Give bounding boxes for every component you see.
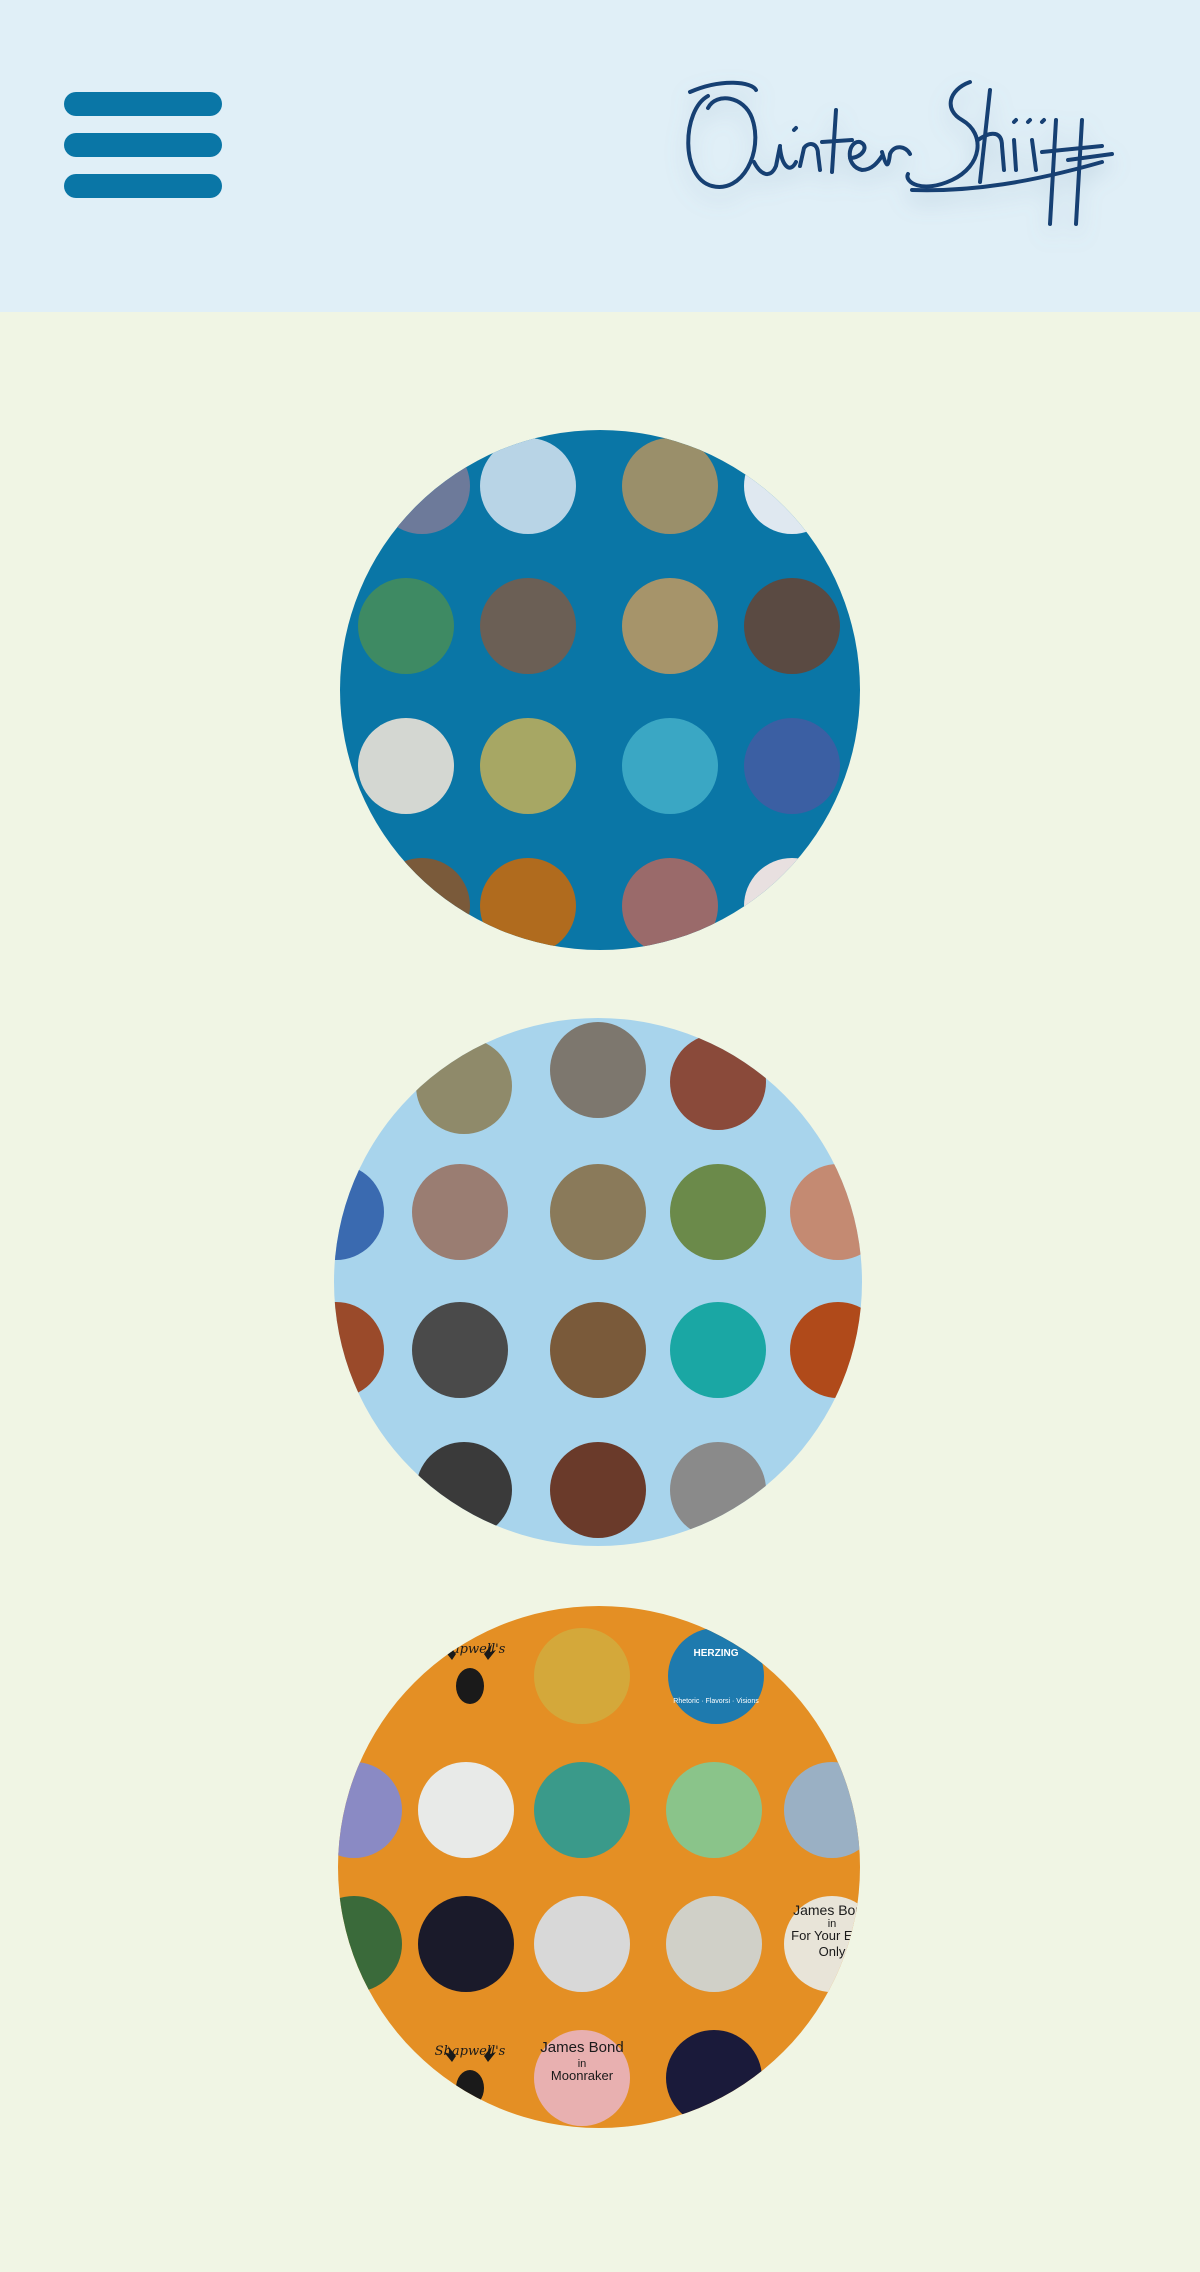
- gallery-thumbnail[interactable]: [418, 1762, 514, 1858]
- gallery-thumbnail[interactable]: [744, 578, 840, 674]
- gallery-thumbnail[interactable]: [416, 1442, 512, 1538]
- gallery-thumbnail[interactable]: [338, 1762, 402, 1858]
- stag-icon: [444, 1644, 496, 1704]
- gallery-thumbnail[interactable]: [418, 1896, 514, 1992]
- gallery-thumbnail[interactable]: [334, 1302, 384, 1398]
- gallery-thumbnail[interactable]: [416, 1038, 512, 1134]
- gallery-thumbnail[interactable]: [480, 858, 576, 950]
- gallery-thumbnail[interactable]: [550, 1164, 646, 1260]
- thumbnail-subtitle: Moonraker: [550, 2068, 614, 2083]
- gallery-thumbnail[interactable]: James Bond in Moonraker: [534, 2030, 630, 2126]
- gallery-thumbnail[interactable]: [622, 858, 718, 950]
- thumbnail-title: James Bond: [540, 2039, 624, 2056]
- gallery-thumbnail[interactable]: [788, 1628, 860, 1724]
- thumbnail-subtitle: For Your Eyes Only: [791, 1928, 860, 1959]
- art-gallery-disc[interactable]: [340, 430, 860, 950]
- gallery-thumbnail[interactable]: [670, 1442, 766, 1538]
- gallery-thumbnail[interactable]: [534, 1762, 630, 1858]
- site-header: [0, 0, 1200, 312]
- gallery-thumbnail[interactable]: [790, 1164, 862, 1260]
- gallery-thumbnail[interactable]: [534, 1628, 630, 1724]
- gallery-thumbnail[interactable]: [534, 1896, 630, 1992]
- gallery-thumbnail[interactable]: [550, 1442, 646, 1538]
- gallery-thumbnail[interactable]: [338, 1896, 402, 1992]
- gallery-thumbnail[interactable]: [358, 718, 454, 814]
- gallery-thumbnail[interactable]: [670, 1164, 766, 1260]
- gallery-thumbnail[interactable]: [550, 1302, 646, 1398]
- gallery-thumbnail[interactable]: [374, 858, 470, 950]
- gallery-thumbnail[interactable]: [480, 578, 576, 674]
- menu-button[interactable]: [64, 92, 222, 198]
- gallery-thumbnail[interactable]: Shapwell's: [422, 2030, 518, 2126]
- gallery-thumbnail[interactable]: Shapwell's: [422, 1628, 518, 1724]
- signature-logo-mark: [686, 80, 1114, 226]
- gallery-thumbnail[interactable]: [334, 1164, 384, 1260]
- gallery-thumbnail[interactable]: [666, 2030, 762, 2126]
- gallery-thumbnail[interactable]: [622, 578, 718, 674]
- gallery-thumbnail[interactable]: [744, 718, 840, 814]
- gallery-thumbnail[interactable]: [480, 718, 576, 814]
- gallery-thumbnail[interactable]: [550, 1022, 646, 1118]
- stag-icon: [444, 2046, 496, 2106]
- gallery-thumbnail[interactable]: [666, 1896, 762, 1992]
- gallery-thumbnail[interactable]: [480, 438, 576, 534]
- design-gallery-disc[interactable]: Shapwell's HERZING Rhetoric · Flavorsi ·…: [338, 1606, 860, 2128]
- signature-logo[interactable]: [672, 70, 1124, 240]
- thumbnail-logo-text: HERZING: [693, 1648, 739, 1659]
- gallery-thumbnail[interactable]: [744, 858, 840, 950]
- gallery-thumbnail[interactable]: [412, 1302, 508, 1398]
- gallery-thumbnail[interactable]: [622, 718, 718, 814]
- photo-gallery-disc[interactable]: [334, 1018, 862, 1546]
- gallery-thumbnail[interactable]: [358, 578, 454, 674]
- gallery-thumbnail[interactable]: [412, 1164, 508, 1260]
- gallery-thumbnail[interactable]: [784, 1762, 860, 1858]
- gallery-thumbnail[interactable]: HERZING Rhetoric · Flavorsi · Visions: [668, 1628, 764, 1724]
- thumbnail-logo-tagline: Rhetoric · Flavorsi · Visions: [673, 1698, 759, 1705]
- gallery-thumbnail[interactable]: [670, 1302, 766, 1398]
- gallery-thumbnail[interactable]: [670, 1034, 766, 1130]
- gallery-thumbnail[interactable]: [666, 1762, 762, 1858]
- gallery-thumbnail[interactable]: [744, 438, 840, 534]
- gallery-thumbnail[interactable]: [374, 438, 470, 534]
- gallery-thumbnail[interactable]: [622, 438, 718, 534]
- gallery-thumbnail[interactable]: [790, 1302, 862, 1398]
- gallery-thumbnail[interactable]: James Bond in For Your Eyes Only: [784, 1896, 860, 1992]
